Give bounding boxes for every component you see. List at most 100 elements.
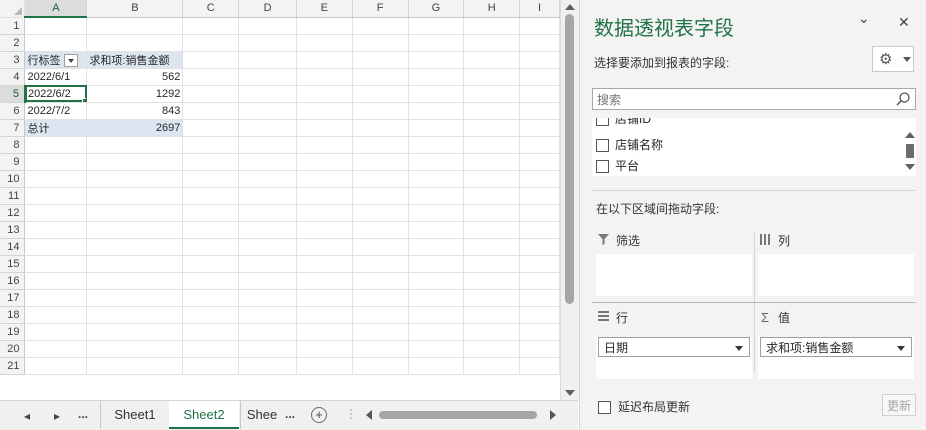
cell[interactable] bbox=[238, 204, 297, 222]
cell[interactable] bbox=[408, 51, 465, 69]
cell[interactable] bbox=[238, 136, 297, 154]
cell[interactable] bbox=[519, 68, 560, 86]
cell[interactable] bbox=[238, 34, 297, 52]
pivot-row-label-header[interactable]: 行标签 bbox=[24, 51, 88, 69]
cell[interactable] bbox=[352, 119, 409, 137]
cell[interactable] bbox=[463, 68, 521, 86]
cell[interactable] bbox=[408, 119, 465, 137]
cell[interactable] bbox=[408, 340, 465, 358]
field-item[interactable]: 店铺ID bbox=[596, 118, 651, 128]
pivot-row-value[interactable]: 843 bbox=[86, 102, 184, 120]
cell[interactable] bbox=[352, 170, 409, 188]
cell[interactable] bbox=[182, 17, 240, 35]
cell[interactable] bbox=[519, 238, 560, 256]
cell[interactable] bbox=[519, 85, 560, 103]
cell[interactable] bbox=[352, 221, 409, 239]
cell[interactable] bbox=[238, 119, 297, 137]
cell[interactable] bbox=[182, 306, 240, 324]
cell[interactable] bbox=[352, 357, 409, 375]
field-item[interactable]: 平台 bbox=[596, 157, 639, 175]
cell[interactable] bbox=[519, 204, 560, 222]
cell[interactable] bbox=[86, 221, 184, 239]
cell[interactable] bbox=[519, 323, 560, 341]
cell[interactable] bbox=[463, 85, 521, 103]
cell[interactable] bbox=[24, 323, 88, 341]
row-header-7[interactable]: 7 bbox=[0, 119, 26, 137]
cell[interactable] bbox=[238, 340, 297, 358]
filter-area[interactable]: 筛选 bbox=[596, 228, 752, 296]
cell[interactable] bbox=[24, 34, 88, 52]
pivot-row-label[interactable]: 2022/7/2 bbox=[24, 102, 88, 120]
cell[interactable] bbox=[519, 221, 560, 239]
cell[interactable] bbox=[519, 272, 560, 290]
cell[interactable] bbox=[463, 323, 521, 341]
row-header-17[interactable]: 17 bbox=[0, 289, 26, 307]
vertical-scrollbar[interactable] bbox=[560, 0, 579, 400]
tab-prev-icon[interactable]: ◂ bbox=[24, 409, 30, 423]
cell[interactable] bbox=[408, 85, 465, 103]
cell[interactable] bbox=[86, 170, 184, 188]
cell[interactable] bbox=[296, 136, 353, 154]
cell[interactable] bbox=[86, 323, 184, 341]
cell[interactable] bbox=[296, 272, 353, 290]
cell[interactable] bbox=[296, 34, 353, 52]
cell[interactable] bbox=[463, 102, 521, 120]
cell[interactable] bbox=[463, 340, 521, 358]
cell[interactable] bbox=[238, 170, 297, 188]
column-header-e[interactable]: E bbox=[296, 0, 353, 18]
cell[interactable] bbox=[463, 357, 521, 375]
field-list-scroll-thumb[interactable] bbox=[906, 144, 914, 158]
columns-drop-zone[interactable] bbox=[758, 254, 914, 296]
field-checkbox[interactable] bbox=[596, 139, 609, 153]
cell[interactable] bbox=[463, 170, 521, 188]
scroll-up-icon[interactable] bbox=[565, 4, 575, 10]
cell[interactable] bbox=[238, 357, 297, 375]
cell[interactable] bbox=[352, 289, 409, 307]
cell[interactable] bbox=[296, 51, 353, 69]
row-header-10[interactable]: 10 bbox=[0, 170, 26, 188]
row-header-21[interactable]: 21 bbox=[0, 357, 26, 375]
scroll-left-icon[interactable] bbox=[366, 410, 372, 420]
tab-more-right[interactable]: ... bbox=[285, 407, 295, 421]
cell[interactable] bbox=[519, 34, 560, 52]
cell[interactable] bbox=[408, 204, 465, 222]
field-item[interactable]: 店铺名称 bbox=[596, 136, 663, 154]
columns-area[interactable]: 列 bbox=[758, 228, 914, 296]
cell[interactable] bbox=[463, 306, 521, 324]
cell[interactable] bbox=[352, 272, 409, 290]
pivot-row-value[interactable]: 1292 bbox=[86, 85, 184, 103]
cell[interactable] bbox=[24, 255, 88, 273]
cell[interactable] bbox=[519, 289, 560, 307]
cell[interactable] bbox=[408, 17, 465, 35]
cell[interactable] bbox=[463, 238, 521, 256]
cell[interactable] bbox=[86, 357, 184, 375]
cell[interactable] bbox=[519, 306, 560, 324]
cell[interactable] bbox=[519, 17, 560, 35]
cell[interactable] bbox=[182, 85, 240, 103]
defer-layout-update[interactable]: 延迟布局更新 bbox=[598, 398, 690, 415]
cell[interactable] bbox=[463, 255, 521, 273]
rows-field-date[interactable]: 日期 bbox=[598, 337, 750, 357]
cell[interactable] bbox=[296, 255, 353, 273]
cell[interactable] bbox=[408, 357, 465, 375]
cell[interactable] bbox=[296, 17, 353, 35]
row-header-11[interactable]: 11 bbox=[0, 187, 26, 205]
cell[interactable] bbox=[24, 221, 88, 239]
update-button[interactable]: 更新 bbox=[882, 394, 916, 416]
cell[interactable] bbox=[86, 272, 184, 290]
cell[interactable] bbox=[408, 255, 465, 273]
cell[interactable] bbox=[182, 187, 240, 205]
cell[interactable] bbox=[352, 255, 409, 273]
field-list-scrollbar[interactable] bbox=[902, 118, 916, 176]
cell[interactable] bbox=[296, 170, 353, 188]
cell[interactable] bbox=[238, 153, 297, 171]
cell[interactable] bbox=[463, 204, 521, 222]
cell[interactable] bbox=[463, 187, 521, 205]
pivot-row-label-selected[interactable]: 2022/6/2 bbox=[24, 85, 88, 103]
section-divider[interactable] bbox=[592, 190, 916, 191]
cell[interactable] bbox=[86, 153, 184, 171]
cell[interactable] bbox=[86, 34, 184, 52]
cell[interactable] bbox=[352, 306, 409, 324]
cell[interactable] bbox=[352, 51, 409, 69]
row-header-9[interactable]: 9 bbox=[0, 153, 26, 171]
